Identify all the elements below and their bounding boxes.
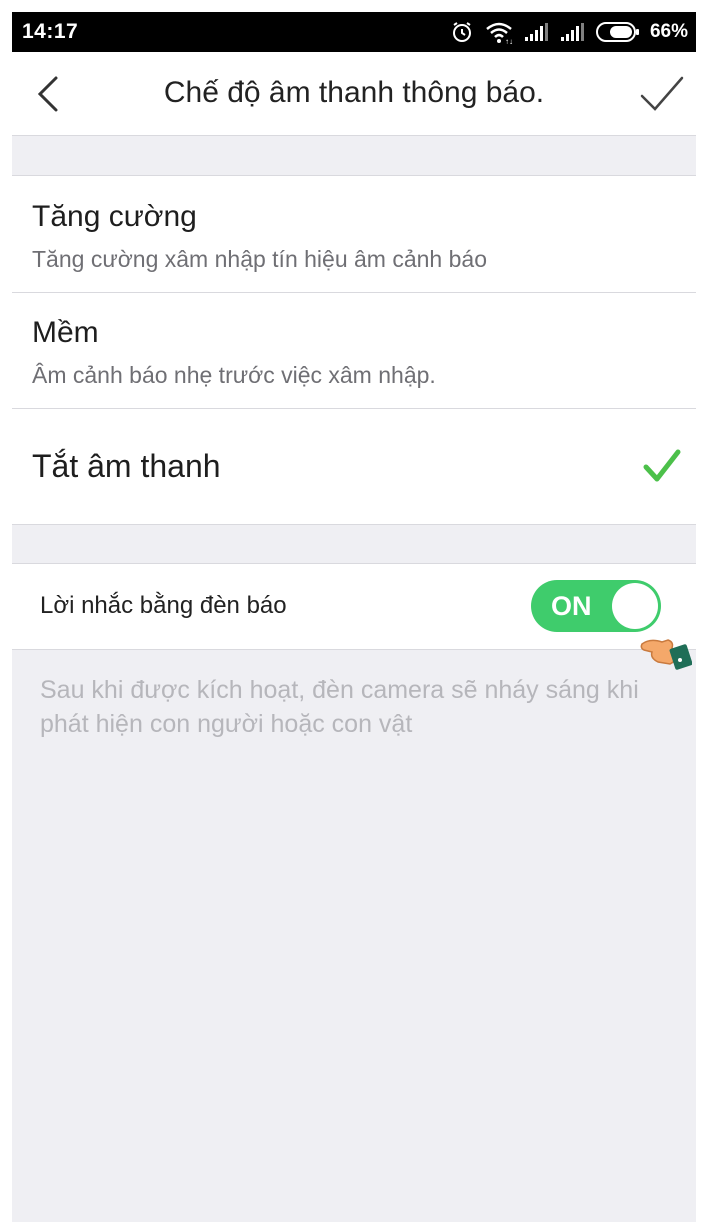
option-mute[interactable]: Tắt âm thanh — [12, 408, 696, 524]
toggle-state-text: ON — [551, 591, 592, 621]
option-title: Tăng cường — [32, 200, 197, 233]
sound-mode-list: Tăng cường Tăng cường xâm nhập tín hiệu … — [12, 175, 696, 525]
svg-text:↑↓: ↑↓ — [505, 37, 513, 44]
wifi-icon: ↑↓ — [484, 20, 514, 44]
option-soft[interactable]: Mềm Âm cảnh báo nhẹ trước việc xâm nhập. — [12, 292, 696, 408]
option-description: Tăng cường xâm nhập tín hiệu âm cảnh báo — [32, 246, 487, 272]
check-icon — [640, 76, 684, 111]
battery-icon — [595, 21, 640, 43]
page-title: Chế độ âm thanh thông báo. — [163, 76, 545, 109]
toggle-knob — [612, 583, 658, 629]
status-time: 14:17 — [22, 20, 79, 43]
battery-percent: 66% — [649, 21, 688, 42]
signal-icon — [560, 22, 586, 42]
toggle-label: Lời nhắc bằng đèn báo — [40, 592, 287, 619]
indicator-light-toggle[interactable]: ON — [531, 580, 661, 632]
app-screen: 14:17 ↑↓ 66% Chế độ âm thanh thông báo. … — [12, 12, 696, 1222]
signal-icon — [524, 22, 550, 42]
selected-check-icon — [643, 449, 681, 482]
app-header: Chế độ âm thanh thông báo. — [12, 52, 696, 136]
status-bar: 14:17 ↑↓ 66% — [12, 12, 696, 52]
hint-text: Sau khi được kích hoạt, đèn camera sẽ nh… — [40, 676, 639, 738]
confirm-button[interactable] — [638, 72, 686, 116]
indicator-light-row: Lời nhắc bằng đèn báo ON — [12, 563, 696, 650]
option-title: Tắt âm thanh — [32, 448, 221, 484]
pointing-hand-icon — [640, 639, 692, 670]
alarm-icon — [450, 20, 474, 44]
option-enhanced[interactable]: Tăng cường Tăng cường xâm nhập tín hiệu … — [12, 176, 696, 292]
option-title: Mềm — [32, 316, 99, 349]
status-icons: ↑↓ 66% — [450, 18, 688, 46]
option-description: Âm cảnh báo nhẹ trước việc xâm nhập. — [32, 362, 436, 388]
